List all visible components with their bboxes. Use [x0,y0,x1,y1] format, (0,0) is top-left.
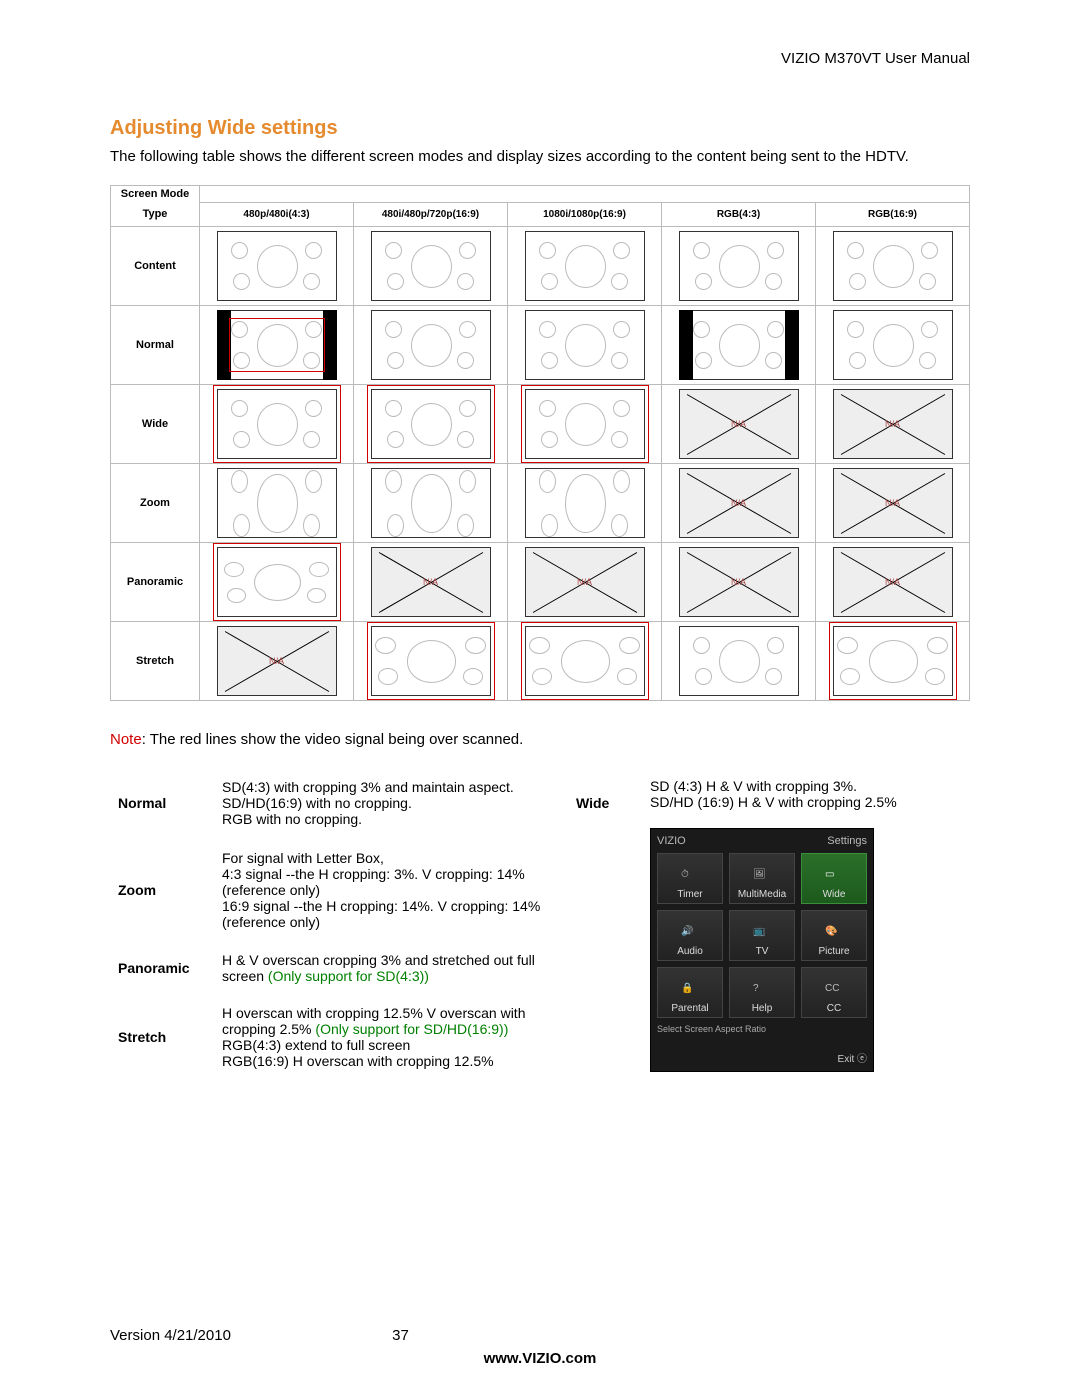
footer-page: 37 [392,1327,409,1344]
osd-top-right: Settings [827,835,867,847]
osd-icon: ⏱ [681,869,699,887]
desc-text-wide: SD (4:3) H & V with cropping 3%. SD/HD (… [650,778,962,810]
footer-version: Version 4/21/2010 [110,1327,231,1344]
description-table: Normal SD(4:3) with cropping 3% and main… [110,768,970,1082]
osd-item-label: Audio [677,946,703,957]
corner-top: Screen Mode [111,186,200,203]
osd-exit: Exit ⓔ [657,1050,867,1065]
desc-label-panoramic: Panoramic [112,942,214,993]
footer-site: www.VIZIO.com [110,1350,970,1367]
osd-subtitle: Select Screen Aspect Ratio [657,1024,867,1034]
osd-item-label: Picture [818,946,849,957]
col-head: RGB(4:3) [662,202,816,226]
osd-item-label: Wide [823,889,846,900]
row-label: Content [111,226,200,305]
desc-label-wide: Wide [570,770,642,838]
desc-text-panoramic: H & V overscan cropping 3% and stretched… [216,942,568,993]
osd-item-label: Timer [677,889,702,900]
row-label: Panoramic [111,542,200,621]
desc-label-normal: Normal [112,770,214,838]
osd-item-parental[interactable]: 🔒 Parental [657,967,723,1018]
osd-icon: 📺 [753,926,771,944]
note-line: Note: The red lines show the video signa… [110,731,970,748]
row-label: Wide [111,384,200,463]
row-label: Normal [111,305,200,384]
osd-icon: 🔒 [681,983,699,1001]
corner-bottom: Type [111,202,200,226]
osd-icon: ▭ [825,869,843,887]
osd-item-audio[interactable]: 🔊 Audio [657,910,723,961]
osd-item-timer[interactable]: ⏱ Timer [657,853,723,904]
osd-item-wide[interactable]: ▭ Wide [801,853,867,904]
desc-text-zoom: For signal with Letter Box, 4:3 signal -… [216,839,568,940]
osd-icon: 🔊 [681,926,699,944]
osd-item-cc[interactable]: CC CC [801,967,867,1018]
osd-item-tv[interactable]: 📺 TV [729,910,795,961]
screen-mode-table: Screen Mode Type 480p/480i(4:3) 480i/480… [110,185,970,701]
note-word: Note [110,731,142,748]
osd-item-multimedia[interactable]: 🖼 MultiMedia [729,853,795,904]
page-footer: Version 4/21/2010 37 www.VIZIO.com [110,1327,970,1367]
col-head: RGB(16:9) [816,202,970,226]
col-head: 480p/480i(4:3) [200,202,354,226]
osd-icon: CC [825,983,843,1001]
section-title: Adjusting Wide settings [110,117,970,140]
desc-text-stretch: H overscan with cropping 12.5% V oversca… [216,995,568,1079]
desc-label-zoom: Zoom [112,839,214,940]
desc-text-normal: SD(4:3) with cropping 3% and maintain as… [216,770,568,838]
osd-icon: 🎨 [825,926,843,944]
osd-item-help[interactable]: ? Help [729,967,795,1018]
col-head: 1080i/1080p(16:9) [508,202,662,226]
osd-icon: 🖼 [753,869,771,887]
desc-label-stretch: Stretch [112,995,214,1079]
osd-panel: VIZIO Settings ⏱ Timer 🖼 MultiMedia ▭ Wide 🔊 Au… [650,828,874,1072]
section-intro: The following table shows the different … [110,148,970,165]
osd-item-label: MultiMedia [738,889,786,900]
osd-item-label: Help [752,1003,773,1014]
doc-header: VIZIO M370VT User Manual [110,50,970,67]
osd-icon: ? [753,983,771,1001]
row-label: Stretch [111,621,200,700]
row-label: Zoom [111,463,200,542]
osd-item-label: CC [827,1003,841,1014]
col-head: 480i/480p/720p(16:9) [354,202,508,226]
osd-brand: VIZIO [657,835,686,847]
osd-item-picture[interactable]: 🎨 Picture [801,910,867,961]
note-text: : The red lines show the video signal be… [142,731,524,748]
osd-item-label: Parental [671,1003,708,1014]
osd-item-label: TV [756,946,769,957]
